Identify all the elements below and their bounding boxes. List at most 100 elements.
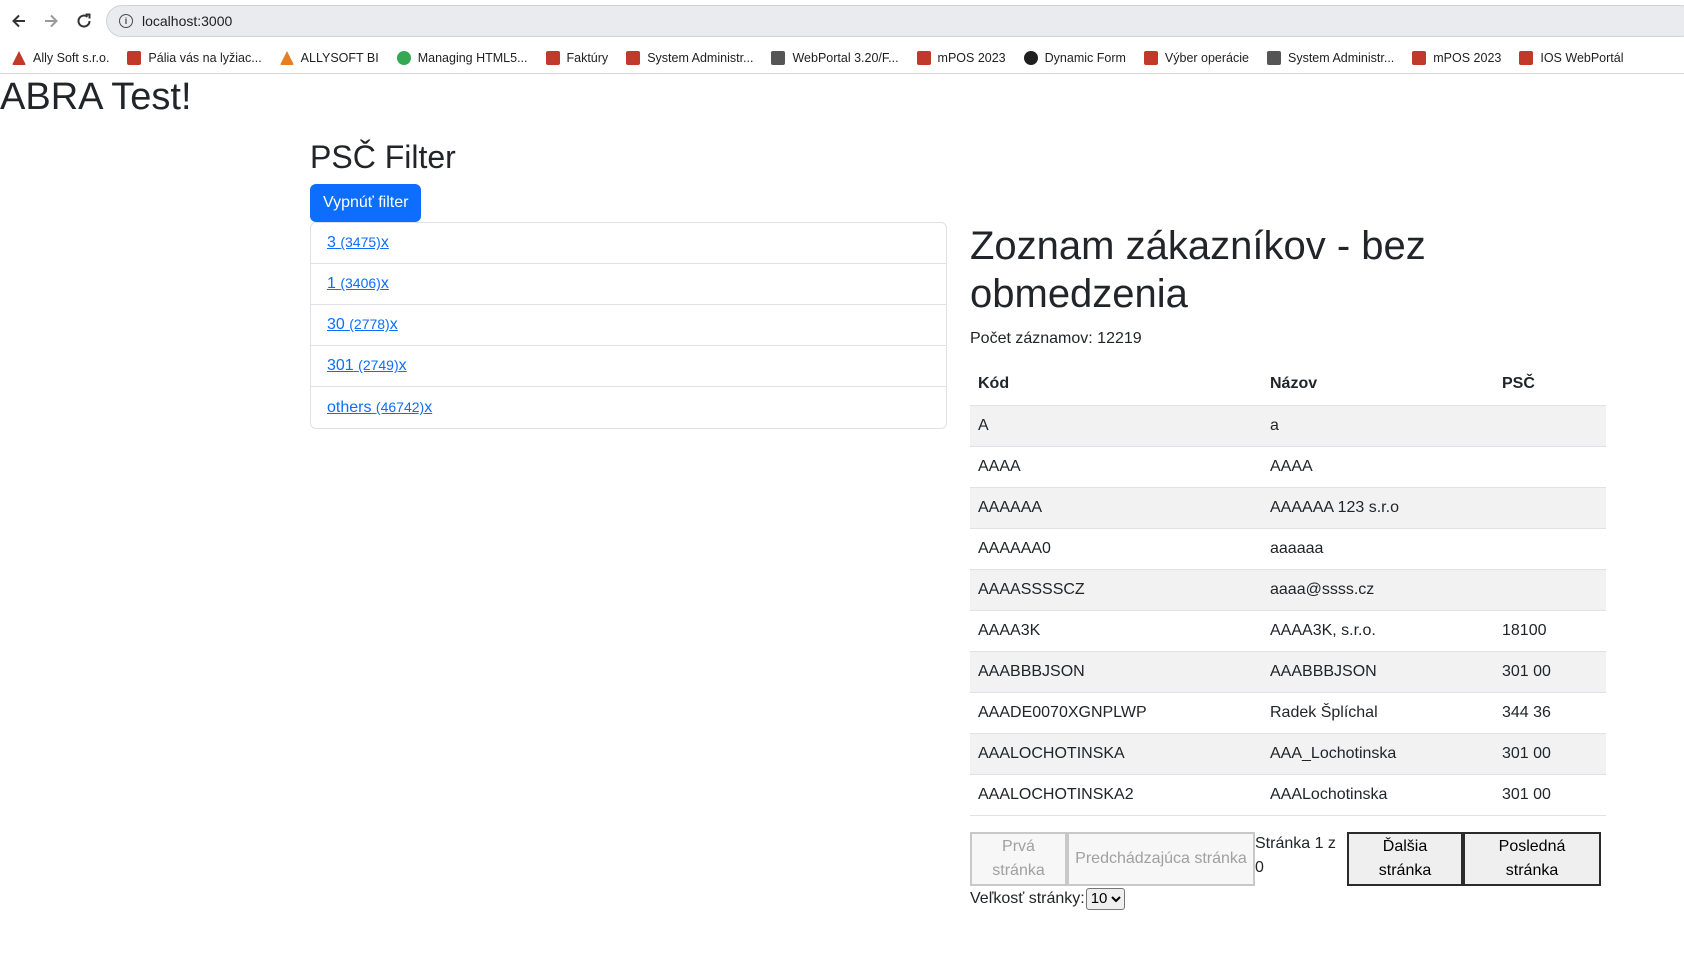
cell-kod: AAAA3K (970, 610, 1262, 652)
cell-nazov: AAABBBJSON (1262, 651, 1494, 693)
filter-remove[interactable]: x (424, 399, 432, 416)
forward-icon[interactable] (40, 10, 62, 32)
list-title: Zoznam zákazníkov - bez obmedzenia (970, 224, 1426, 316)
next-page-button[interactable]: Ďalšia stránka (1347, 831, 1463, 886)
bookmark-item[interactable]: Faktúry (545, 50, 609, 65)
filter-value: others (327, 398, 372, 416)
chrome-icon (396, 50, 411, 65)
bookmark-item[interactable]: IOS WebPortál (1519, 50, 1624, 65)
filter-item: 1 (3406)x (311, 264, 946, 306)
table-row[interactable]: AAAAAA0 aaaaaa (970, 528, 1606, 570)
table-row[interactable]: AAABBBJSON AAABBBJSON 301 00 (970, 651, 1606, 693)
cell-kod: AAADE0070XGNPLWP (970, 692, 1262, 734)
bookmark-item[interactable]: System Administr... (626, 50, 753, 65)
bookmark-label: ALLYSOFT BI (300, 50, 379, 65)
table-row[interactable]: AAALOCHOTINSKA2 AAALochotinska 301 00 (970, 774, 1606, 816)
cell-psc: 344 36 (1494, 692, 1606, 734)
cell-nazov: Radek Šplíchal (1262, 692, 1494, 734)
table-row[interactable]: AAAASSSSCZ aaaa@ssss.cz (970, 569, 1606, 611)
filter-item: 301 (2749)x (311, 346, 946, 388)
table-row[interactable]: AAALOCHOTINSKA AAA_Lochotinska 301 00 (970, 733, 1606, 775)
bookmark-item[interactable]: mPOS 2023 (916, 50, 1006, 65)
bookmark-label: System Administr... (1287, 50, 1395, 65)
cell-nazov: AAAAAA 123 s.r.o (1262, 487, 1494, 529)
filter-count: (2778) (349, 316, 390, 333)
cell-psc: 301 00 (1494, 774, 1606, 816)
bookmark-item[interactable]: ALLYSOFT BI (279, 50, 379, 65)
filter-list: 3 (3475)x 1 (3406)x 30 (2778)x 301 (2749)x o… (310, 222, 947, 430)
cell-kod: AAALOCHOTINSKA2 (970, 774, 1262, 816)
reload-icon[interactable] (73, 10, 95, 32)
customer-list-panel: Zoznam zákazníkov - bez obmedzenia Počet… (970, 222, 1606, 910)
column-header-nazov: Názov (1262, 364, 1494, 406)
browser-toolbar: i localhost:3000 (0, 0, 1684, 42)
previous-page-button[interactable]: Predchádzajúca stránka (1067, 831, 1255, 886)
bookmark-item[interactable]: Managing HTML5... (396, 50, 528, 65)
admin-icon (626, 50, 641, 65)
table-row[interactable]: AAAAAA AAAAAA 123 s.r.o (970, 487, 1606, 529)
record-count: Počet záznamov: 12219 (970, 330, 1142, 347)
cell-kod: AAALOCHOTINSKA (970, 733, 1262, 775)
filter-remove[interactable]: x (381, 275, 389, 292)
bookmark-item[interactable]: Dynamic Form (1023, 50, 1126, 65)
filter-remove[interactable]: x (390, 316, 398, 333)
filter-link[interactable]: others (46742)x (327, 399, 432, 417)
table-row[interactable]: Aa (970, 405, 1606, 447)
filter-link[interactable]: 3 (3475)x (327, 234, 389, 252)
filter-value: 30 (327, 316, 345, 334)
bookmark-item[interactable]: Výber operácie (1143, 50, 1249, 65)
column-header-psc: PSČ (1494, 364, 1606, 406)
filter-panel: PSČ Filter Vypnúť filter 3 (3475)x 1 (340… (310, 138, 947, 430)
bookmark-item[interactable]: WebPortal 3.20/F... (771, 50, 899, 65)
bookmark-item[interactable]: Ally Soft s.r.o. (12, 50, 109, 65)
bookmark-label: IOS WebPortál (1540, 50, 1624, 65)
bookmark-label: mPOS 2023 (937, 50, 1006, 65)
filter-link[interactable]: 1 (3406)x (327, 275, 389, 293)
column-header-kod: Kód (970, 364, 1262, 406)
filter-item: 30 (2778)x (311, 305, 946, 347)
filter-remove[interactable]: x (399, 357, 407, 374)
bookmark-item[interactable]: mPOS 2023 (1412, 50, 1501, 65)
cell-psc: 301 00 (1494, 733, 1606, 775)
operation-icon (1143, 50, 1158, 65)
cell-kod: AAAAAA0 (970, 528, 1262, 570)
bookmark-label: WebPortal 3.20/F... (792, 50, 899, 65)
bookmark-item[interactable]: Pália vás na lyžiac... (127, 50, 262, 65)
bookmark-label: Výber operácie (1164, 50, 1249, 65)
ally-icon (12, 50, 26, 65)
filter-link[interactable]: 301 (2749)x (327, 357, 407, 375)
mpos-icon (1412, 50, 1427, 65)
table-row[interactable]: AAAA AAAA (970, 446, 1606, 488)
filter-title: PSČ Filter (310, 139, 456, 175)
github-icon (1023, 50, 1038, 65)
filter-remove[interactable]: x (381, 234, 389, 251)
address-bar[interactable]: i localhost:3000 (106, 5, 1684, 37)
cell-psc (1494, 528, 1606, 570)
bookmark-label: Dynamic Form (1044, 50, 1126, 65)
site-info-icon[interactable]: i (119, 14, 133, 28)
first-page-button[interactable]: Prvá stránka (970, 831, 1067, 886)
page-size-label: Veľkosť stránky: (970, 889, 1085, 907)
bookmark-item[interactable]: System Administr... (1266, 50, 1395, 65)
pdf-icon (127, 50, 142, 65)
table-row[interactable]: AAADE0070XGNPLWP Radek Šplíchal 344 36 (970, 692, 1606, 734)
table-header-row: Kód Názov PSČ (970, 364, 1606, 406)
cell-psc: 301 00 (1494, 651, 1606, 693)
filter-value: 1 (327, 275, 336, 293)
page-size-select[interactable]: 10 (1085, 887, 1125, 910)
back-icon[interactable] (8, 10, 30, 32)
table-body: Aa AAAA AAAA AAAAAA AAAAAA 123 s.r.o AAAAAA0 a… (970, 405, 1606, 816)
cell-psc (1494, 487, 1606, 529)
table-row[interactable]: AAAA3K AAAA3K, s.r.o. 18100 (970, 610, 1606, 652)
filter-count: (46742) (375, 398, 425, 415)
filter-count: (2749) (358, 357, 399, 374)
last-page-button[interactable]: Posledná stránka (1463, 831, 1601, 886)
bookmark-label: Faktúry (566, 50, 609, 65)
cell-nazov: aaaa@ssss.cz (1262, 569, 1494, 611)
cell-kod: AAAASSSSCZ (970, 569, 1262, 611)
filter-item: 3 (3475)x (311, 223, 946, 265)
filter-link[interactable]: 30 (2778)x (327, 316, 398, 334)
bookmark-label: Pália vás na lyžiac... (148, 50, 262, 65)
disable-filter-button[interactable]: Vypnúť filter (310, 184, 422, 223)
admin-icon (1266, 50, 1281, 65)
